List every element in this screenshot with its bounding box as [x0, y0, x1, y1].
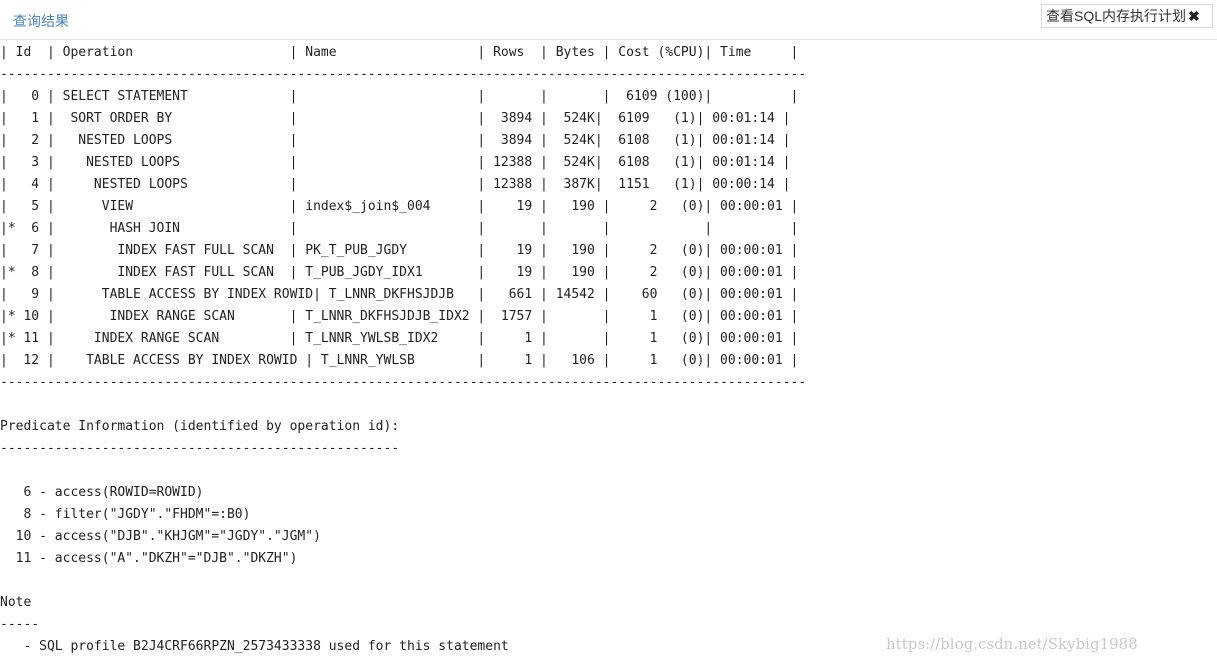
- plan-line: ----------------------------------------…: [0, 375, 807, 390]
- plan-line: Predicate Information (identified by ope…: [0, 419, 400, 434]
- plan-line: | 12 | TABLE ACCESS BY INDEX ROWID | T_L…: [0, 353, 799, 368]
- plan-line: | 7 | INDEX FAST FULL SCAN | PK_T_PUB_JG…: [0, 243, 799, 258]
- watermark: https://blog.csdn.net/Skybig1988: [886, 635, 1138, 653]
- plan-line: -----: [0, 617, 40, 632]
- view-sql-memory-plan-label: 查看SQL内存执行计划: [1046, 8, 1187, 24]
- plan-line: | 3 | NESTED LOOPS | | 12388 | 524K| 610…: [0, 155, 791, 170]
- plan-line: | Id | Operation | Name | Rows | Bytes |…: [0, 45, 799, 60]
- view-sql-memory-plan-button[interactable]: 查看SQL内存执行计划 ✖: [1041, 4, 1213, 28]
- plan-line: [0, 570, 806, 592]
- plan-line: Note: [0, 595, 32, 610]
- plan-line: |* 8 | INDEX FAST FULL SCAN | T_PUB_JGDY…: [0, 265, 799, 280]
- query-result-tab[interactable]: 查询结果: [13, 11, 69, 31]
- close-icon[interactable]: ✖: [1188, 9, 1200, 23]
- plan-line: [0, 460, 806, 482]
- plan-line: - SQL profile B2J4CRF66RPZN_2573433338 u…: [0, 639, 509, 654]
- plan-line: 8 - filter("JGDY"."FHDM"=:B0): [0, 507, 251, 522]
- plan-line: [0, 394, 806, 416]
- plan-line: | 4 | NESTED LOOPS | | 12388 | 387K| 115…: [0, 177, 791, 192]
- execution-plan-output: | Id | Operation | Name | Rows | Bytes |…: [0, 42, 806, 658]
- plan-line: | 5 | VIEW | index$_join$_004 | 19 | 190…: [0, 199, 799, 214]
- plan-line: | 2 | NESTED LOOPS | | 3894 | 524K| 6108…: [0, 133, 791, 148]
- plan-line: |* 11 | INDEX RANGE SCAN | T_LNNR_YWLSB_…: [0, 331, 799, 346]
- plan-line: 11 - access("A"."DKZH"="DJB"."DKZH"): [0, 551, 298, 566]
- plan-line: | 9 | TABLE ACCESS BY INDEX ROWID| T_LNN…: [0, 287, 799, 302]
- plan-line: | 0 | SELECT STATEMENT | | | | 6109 (100…: [0, 89, 799, 104]
- plan-line: | 1 | SORT ORDER BY | | 3894 | 524K| 610…: [0, 111, 791, 126]
- plan-line: 6 - access(ROWID=ROWID): [0, 485, 204, 500]
- plan-line: 10 - access("DJB"."KHJGM"="JGDY"."JGM"): [0, 529, 321, 544]
- plan-line: ----------------------------------------…: [0, 67, 807, 82]
- result-header: 查询结果 查看SQL内存执行计划 ✖: [0, 0, 1217, 40]
- plan-line: ----------------------------------------…: [0, 441, 400, 456]
- plan-line: |* 10 | INDEX RANGE SCAN | T_LNNR_DKFHSJ…: [0, 309, 799, 324]
- plan-line: |* 6 | HASH JOIN | | | | | |: [0, 221, 799, 236]
